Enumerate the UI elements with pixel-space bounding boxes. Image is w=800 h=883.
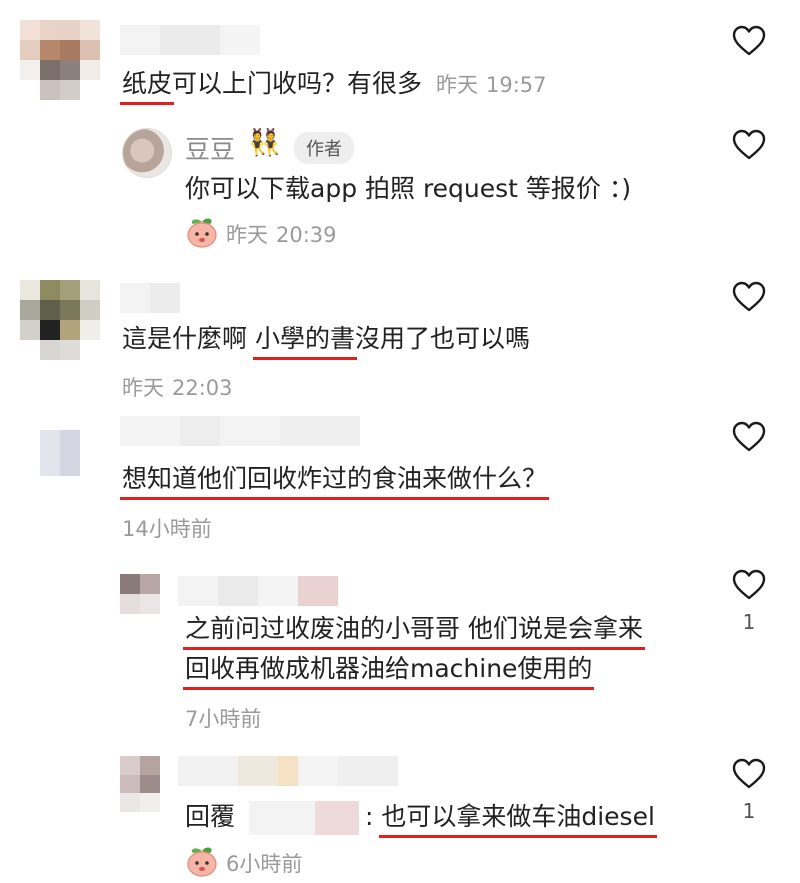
- username-blurred[interactable]: [120, 416, 360, 446]
- underlined-text: 回收再做成机器油给machine使用的: [185, 654, 593, 683]
- mentioned-user-blurred[interactable]: [248, 801, 359, 835]
- reply-meta: 7小時前: [185, 707, 262, 731]
- avatar[interactable]: [40, 430, 80, 476]
- peach-emoji-icon[interactable]: [185, 843, 219, 877]
- underlined-text: 也可以拿来做车油diesel: [381, 802, 655, 831]
- avatar[interactable]: [120, 756, 160, 812]
- reply-text-line-1: 之前问过收废油的小哥哥 他们说是会拿来: [185, 612, 643, 646]
- comment-meta: 14小時前: [122, 517, 212, 541]
- reply-text: 回覆 : 也可以拿来做车油diesel: [185, 800, 655, 835]
- underlined-text: 小學的書: [254, 324, 355, 353]
- comment-text: 想知道他们回收炸过的食油来做什么？: [122, 462, 547, 496]
- username-blurred[interactable]: [120, 25, 260, 55]
- avatar[interactable]: [120, 574, 160, 614]
- heart-outline-icon[interactable]: [732, 758, 766, 790]
- peach-emoji-icon[interactable]: [185, 214, 219, 248]
- heart-outline-icon[interactable]: [732, 281, 766, 313]
- comment-meta: 昨天 19:57: [435, 73, 547, 97]
- underlined-text: 之前问过收废油的小哥哥 他们说是会拿来: [185, 614, 643, 643]
- reply-text: 你可以下载app 拍照 request 等报价 ：): [185, 174, 632, 203]
- comment-meta: 昨天 22:03: [122, 376, 233, 400]
- like-count: 1: [742, 610, 756, 634]
- author-name[interactable]: 豆豆: [185, 130, 235, 166]
- reply-text-line-2: 回收再做成机器油给machine使用的: [185, 652, 592, 686]
- username-blurred[interactable]: [178, 576, 338, 606]
- author-avatar[interactable]: [122, 128, 172, 178]
- avatar[interactable]: [20, 20, 100, 100]
- heart-outline-icon[interactable]: [732, 421, 766, 453]
- avatar[interactable]: [20, 280, 100, 360]
- reply-meta: 6小時前: [226, 852, 303, 876]
- author-tag: 作者: [294, 132, 354, 164]
- underlined-text: 想知道他们回收炸过的食油来做什么？: [122, 464, 548, 493]
- dancers-emoji: 👯: [248, 128, 281, 158]
- username-blurred[interactable]: [178, 756, 398, 786]
- comment-text: 纸皮可以上门收吗？有很多 昨天 19:57: [122, 69, 547, 98]
- reply-meta: 昨天 20:39: [226, 223, 337, 247]
- comment-text: 這是什麼啊 小學的書沒用了也可以嗎: [122, 324, 530, 353]
- username-blurred[interactable]: [120, 283, 180, 313]
- heart-outline-icon[interactable]: [732, 129, 766, 161]
- like-count: 1: [742, 799, 756, 823]
- heart-outline-icon[interactable]: [732, 569, 766, 601]
- heart-outline-icon[interactable]: [732, 25, 766, 57]
- underlined-text: 纸皮: [122, 69, 173, 98]
